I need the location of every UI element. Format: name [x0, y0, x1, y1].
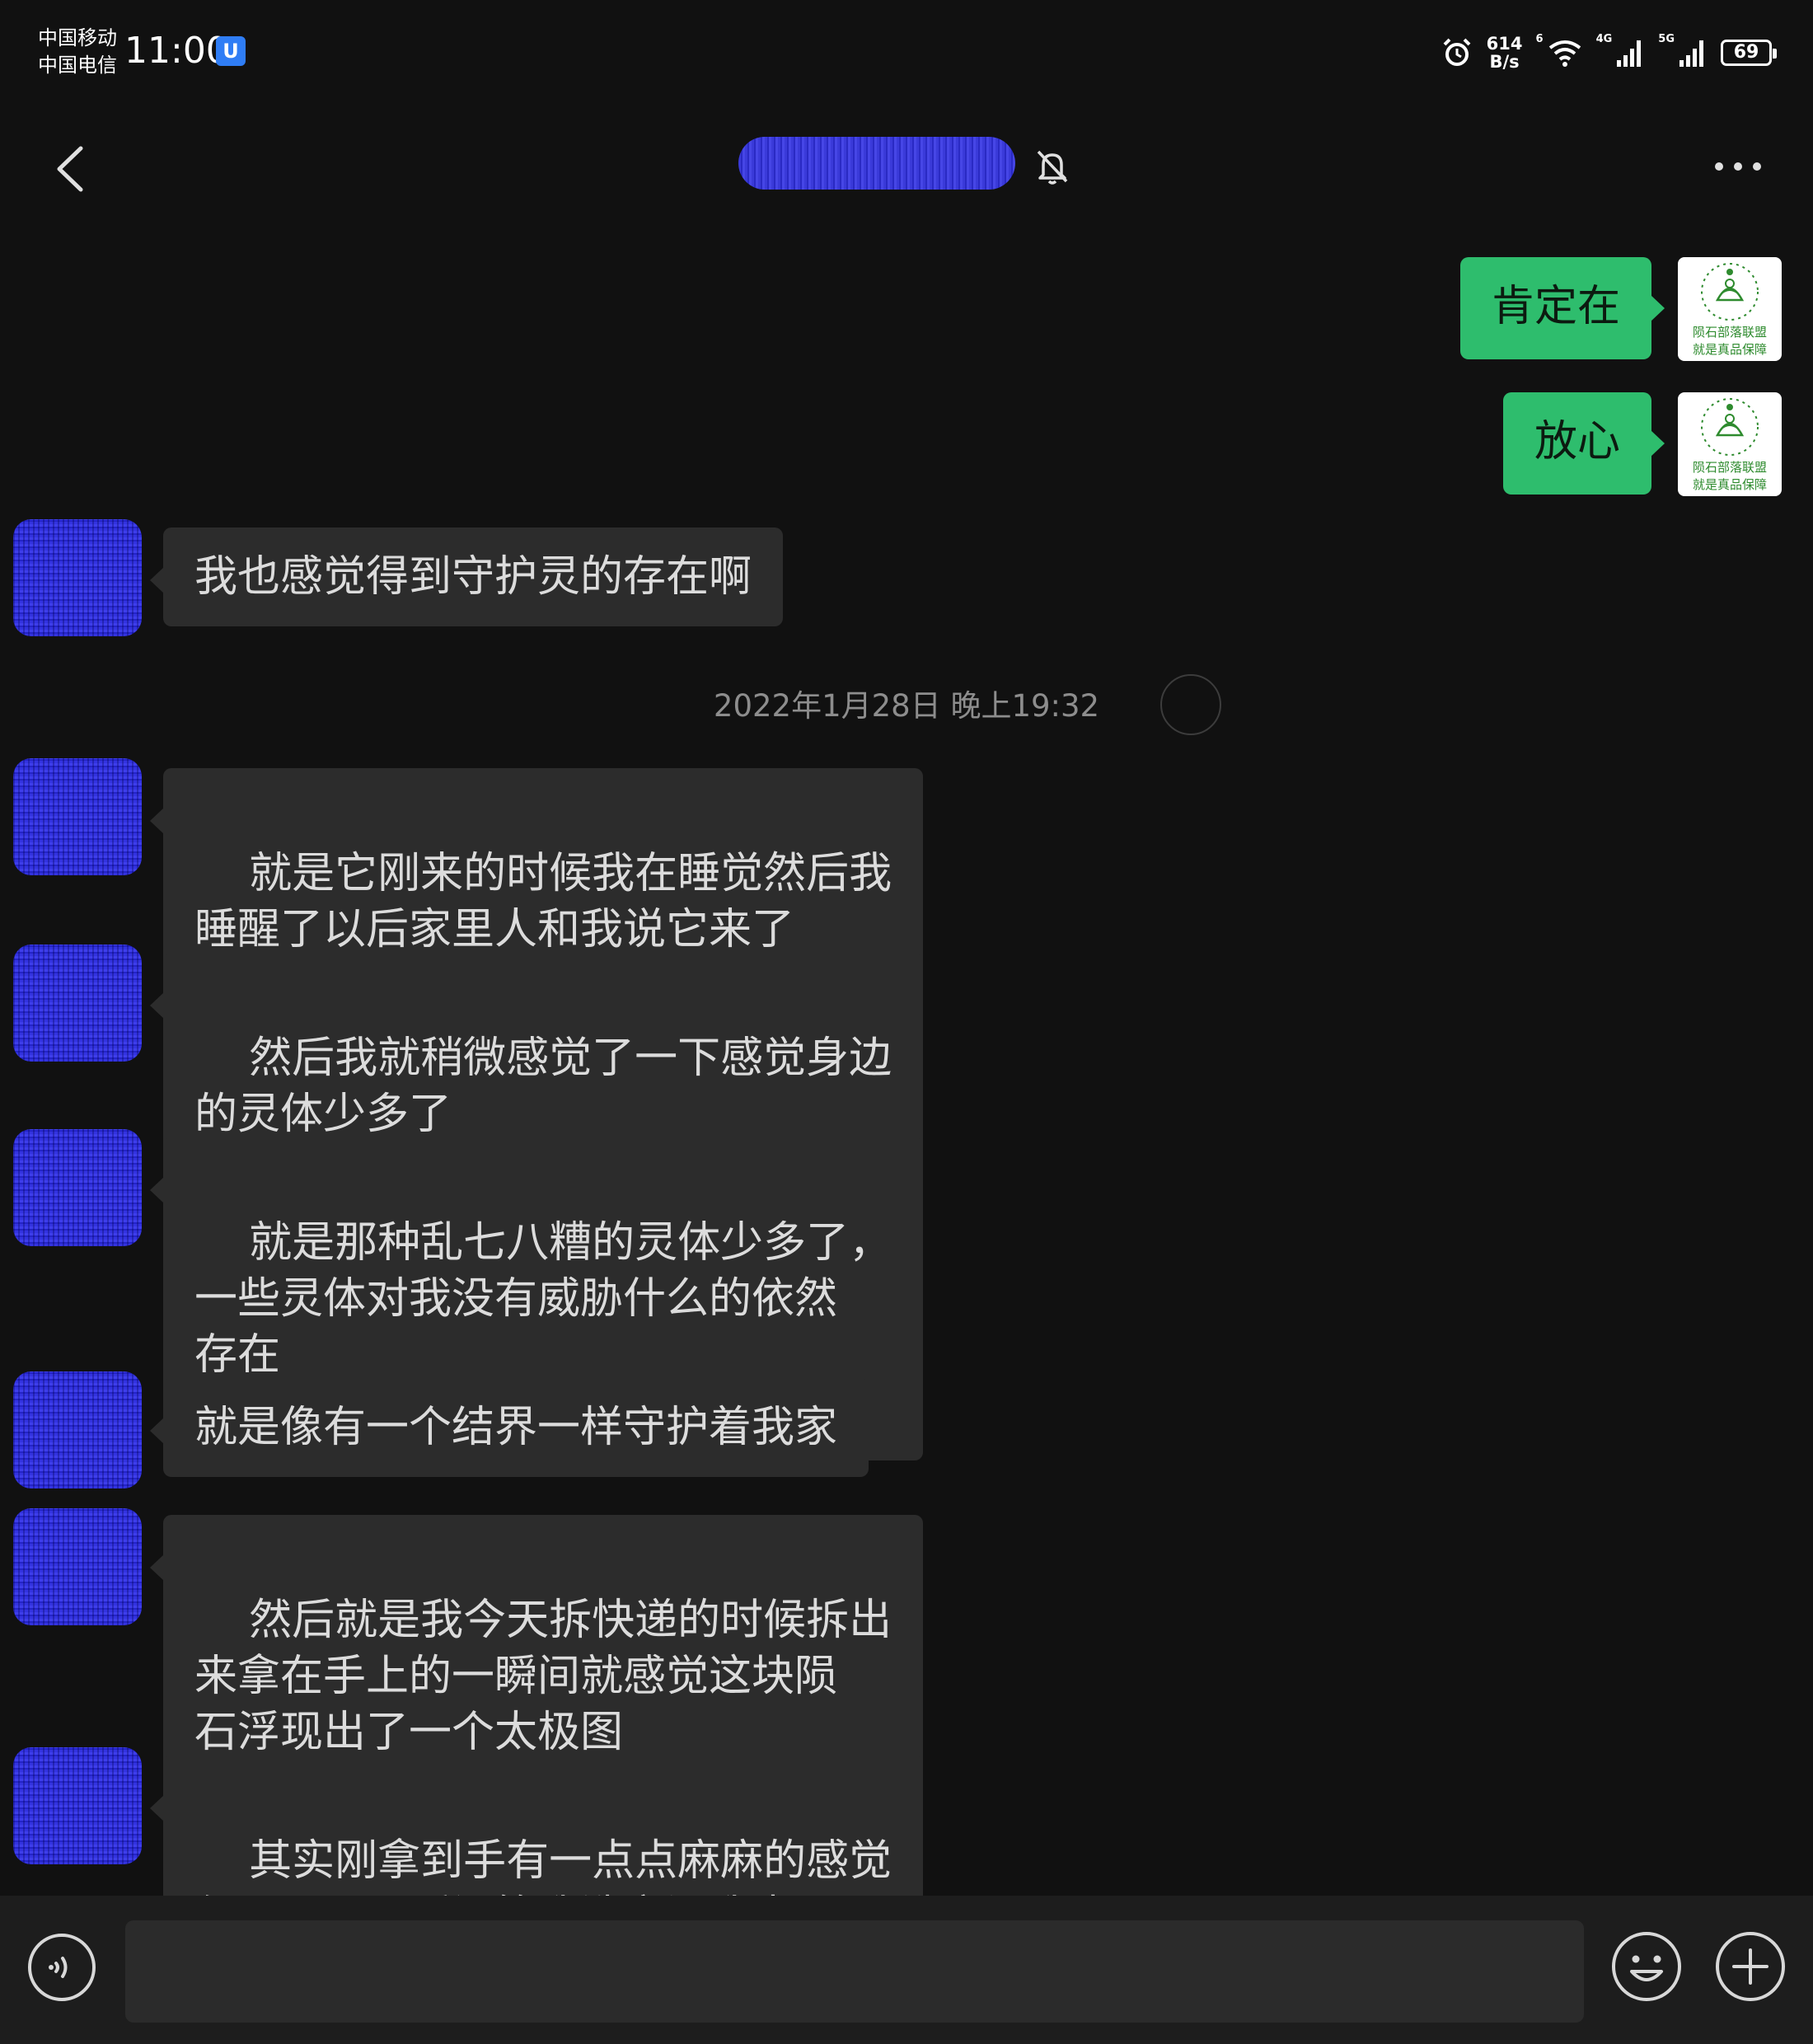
- message-text: 然后我就稍微感觉了一下感觉身边 的灵体少多了: [194, 1034, 892, 1139]
- chat-header: [0, 107, 1813, 231]
- floating-circle-button[interactable]: [1160, 674, 1221, 735]
- signal-icon-1: [1617, 40, 1642, 67]
- logo-text-1: 陨石部落联盟: [1693, 460, 1767, 475]
- input-bar: [0, 1896, 1813, 2044]
- carrier-names: 中国移动 中国电信: [38, 25, 117, 79]
- voice-input-icon[interactable]: [26, 1932, 97, 2003]
- status-time: 11:00: [124, 30, 229, 72]
- chat-title-redacted: [738, 137, 1015, 190]
- message-text: 肯定在: [1491, 282, 1620, 331]
- message-text: 其实刚拿到手有一点点麻麻的感觉 但是只是一瞬间等我洗完澡我去具: [194, 1836, 892, 1896]
- contact-avatar[interactable]: [13, 758, 142, 875]
- logo-text-2: 就是真品保障: [1693, 477, 1767, 492]
- contact-avatar[interactable]: [13, 1129, 142, 1246]
- message-text: 就是它刚来的时候我在睡觉然后我 睡醒了以后家里人和我说它来了: [194, 849, 892, 954]
- network-speed-value: 614: [1486, 34, 1523, 54]
- message-bubble-received[interactable]: 我也感觉得到守护灵的存在啊: [149, 527, 784, 626]
- contact-avatar[interactable]: [13, 945, 142, 1062]
- message-text: 然后就是我今天拆快递的时候拆出 来拿在手上的一瞬间就感觉这块陨 石浮现出了一个太…: [194, 1596, 892, 1757]
- message-text: 我也感觉得到守护灵的存在啊: [194, 552, 752, 602]
- back-arrow-icon[interactable]: [48, 140, 97, 198]
- message-bubble-received[interactable]: 其实刚拿到手有一点点麻麻的感觉 但是只是一瞬间等我洗完澡我去具: [149, 1756, 924, 1896]
- logo-text-2: 就是真品保障: [1693, 342, 1767, 357]
- carrier-1: 中国移动: [38, 26, 117, 49]
- carrier-2: 中国电信: [38, 54, 117, 77]
- message-list[interactable]: 肯定在 陨石部落联盟 就是真品保障 放心 陨石部落联盟 就是真品保障 我也感觉得…: [0, 231, 1813, 1896]
- emoji-icon[interactable]: [1610, 1930, 1683, 2003]
- status-bar: 中国移动 中国电信 11:00 U 614 B/s 6 4G 5G 69: [0, 0, 1813, 107]
- wifi-icon: [1548, 40, 1581, 67]
- more-options-icon[interactable]: [1709, 148, 1767, 185]
- meteorite-tribe-logo: 陨石部落联盟 就是真品保障: [1693, 263, 1767, 357]
- battery-icon: 69: [1721, 40, 1777, 66]
- message-timestamp: 2022年1月28日 晚上19:32: [713, 688, 1100, 724]
- wifi-standard-tag: 6: [1535, 33, 1544, 45]
- add-attachment-icon[interactable]: [1714, 1930, 1787, 2003]
- signal-icon-2: [1679, 40, 1703, 67]
- logo-text-1: 陨石部落联盟: [1693, 325, 1767, 340]
- message-text: 放心: [1534, 417, 1620, 466]
- status-indicators: 614 B/s 6 4G 5G 69: [1441, 28, 1777, 77]
- message-input[interactable]: [125, 1920, 1584, 2023]
- network-speed-unit: B/s: [1489, 52, 1520, 72]
- network-speed: 614 B/s: [1487, 35, 1523, 71]
- message-bubble-sent[interactable]: 肯定在: [1459, 257, 1665, 359]
- my-avatar[interactable]: 陨石部落联盟 就是真品保障: [1678, 392, 1782, 496]
- network-type-tag-2: 5G: [1658, 33, 1675, 45]
- message-bubble-received[interactable]: 就是像有一个结界一样守护着我家: [149, 1378, 869, 1477]
- contact-avatar[interactable]: [13, 1747, 142, 1864]
- meteorite-tribe-logo: 陨石部落联盟 就是真品保障: [1693, 398, 1767, 492]
- network-type-tag-1: 4G: [1595, 33, 1613, 45]
- message-text: 就是那种乱七八糟的灵体少多了， 一些灵体对我没有威胁什么的依然 存在: [194, 1218, 892, 1380]
- contact-avatar[interactable]: [13, 519, 142, 636]
- contact-avatar[interactable]: [13, 1371, 142, 1488]
- contact-avatar[interactable]: [13, 1508, 142, 1625]
- mute-bell-icon: [1037, 150, 1068, 185]
- message-bubble-sent[interactable]: 放心: [1502, 392, 1665, 495]
- my-avatar[interactable]: 陨石部落联盟 就是真品保障: [1678, 257, 1782, 361]
- message-text: 就是像有一个结界一样守护着我家: [194, 1403, 838, 1452]
- alarm-icon: [1443, 38, 1471, 66]
- app-notification-icon: U: [216, 36, 246, 66]
